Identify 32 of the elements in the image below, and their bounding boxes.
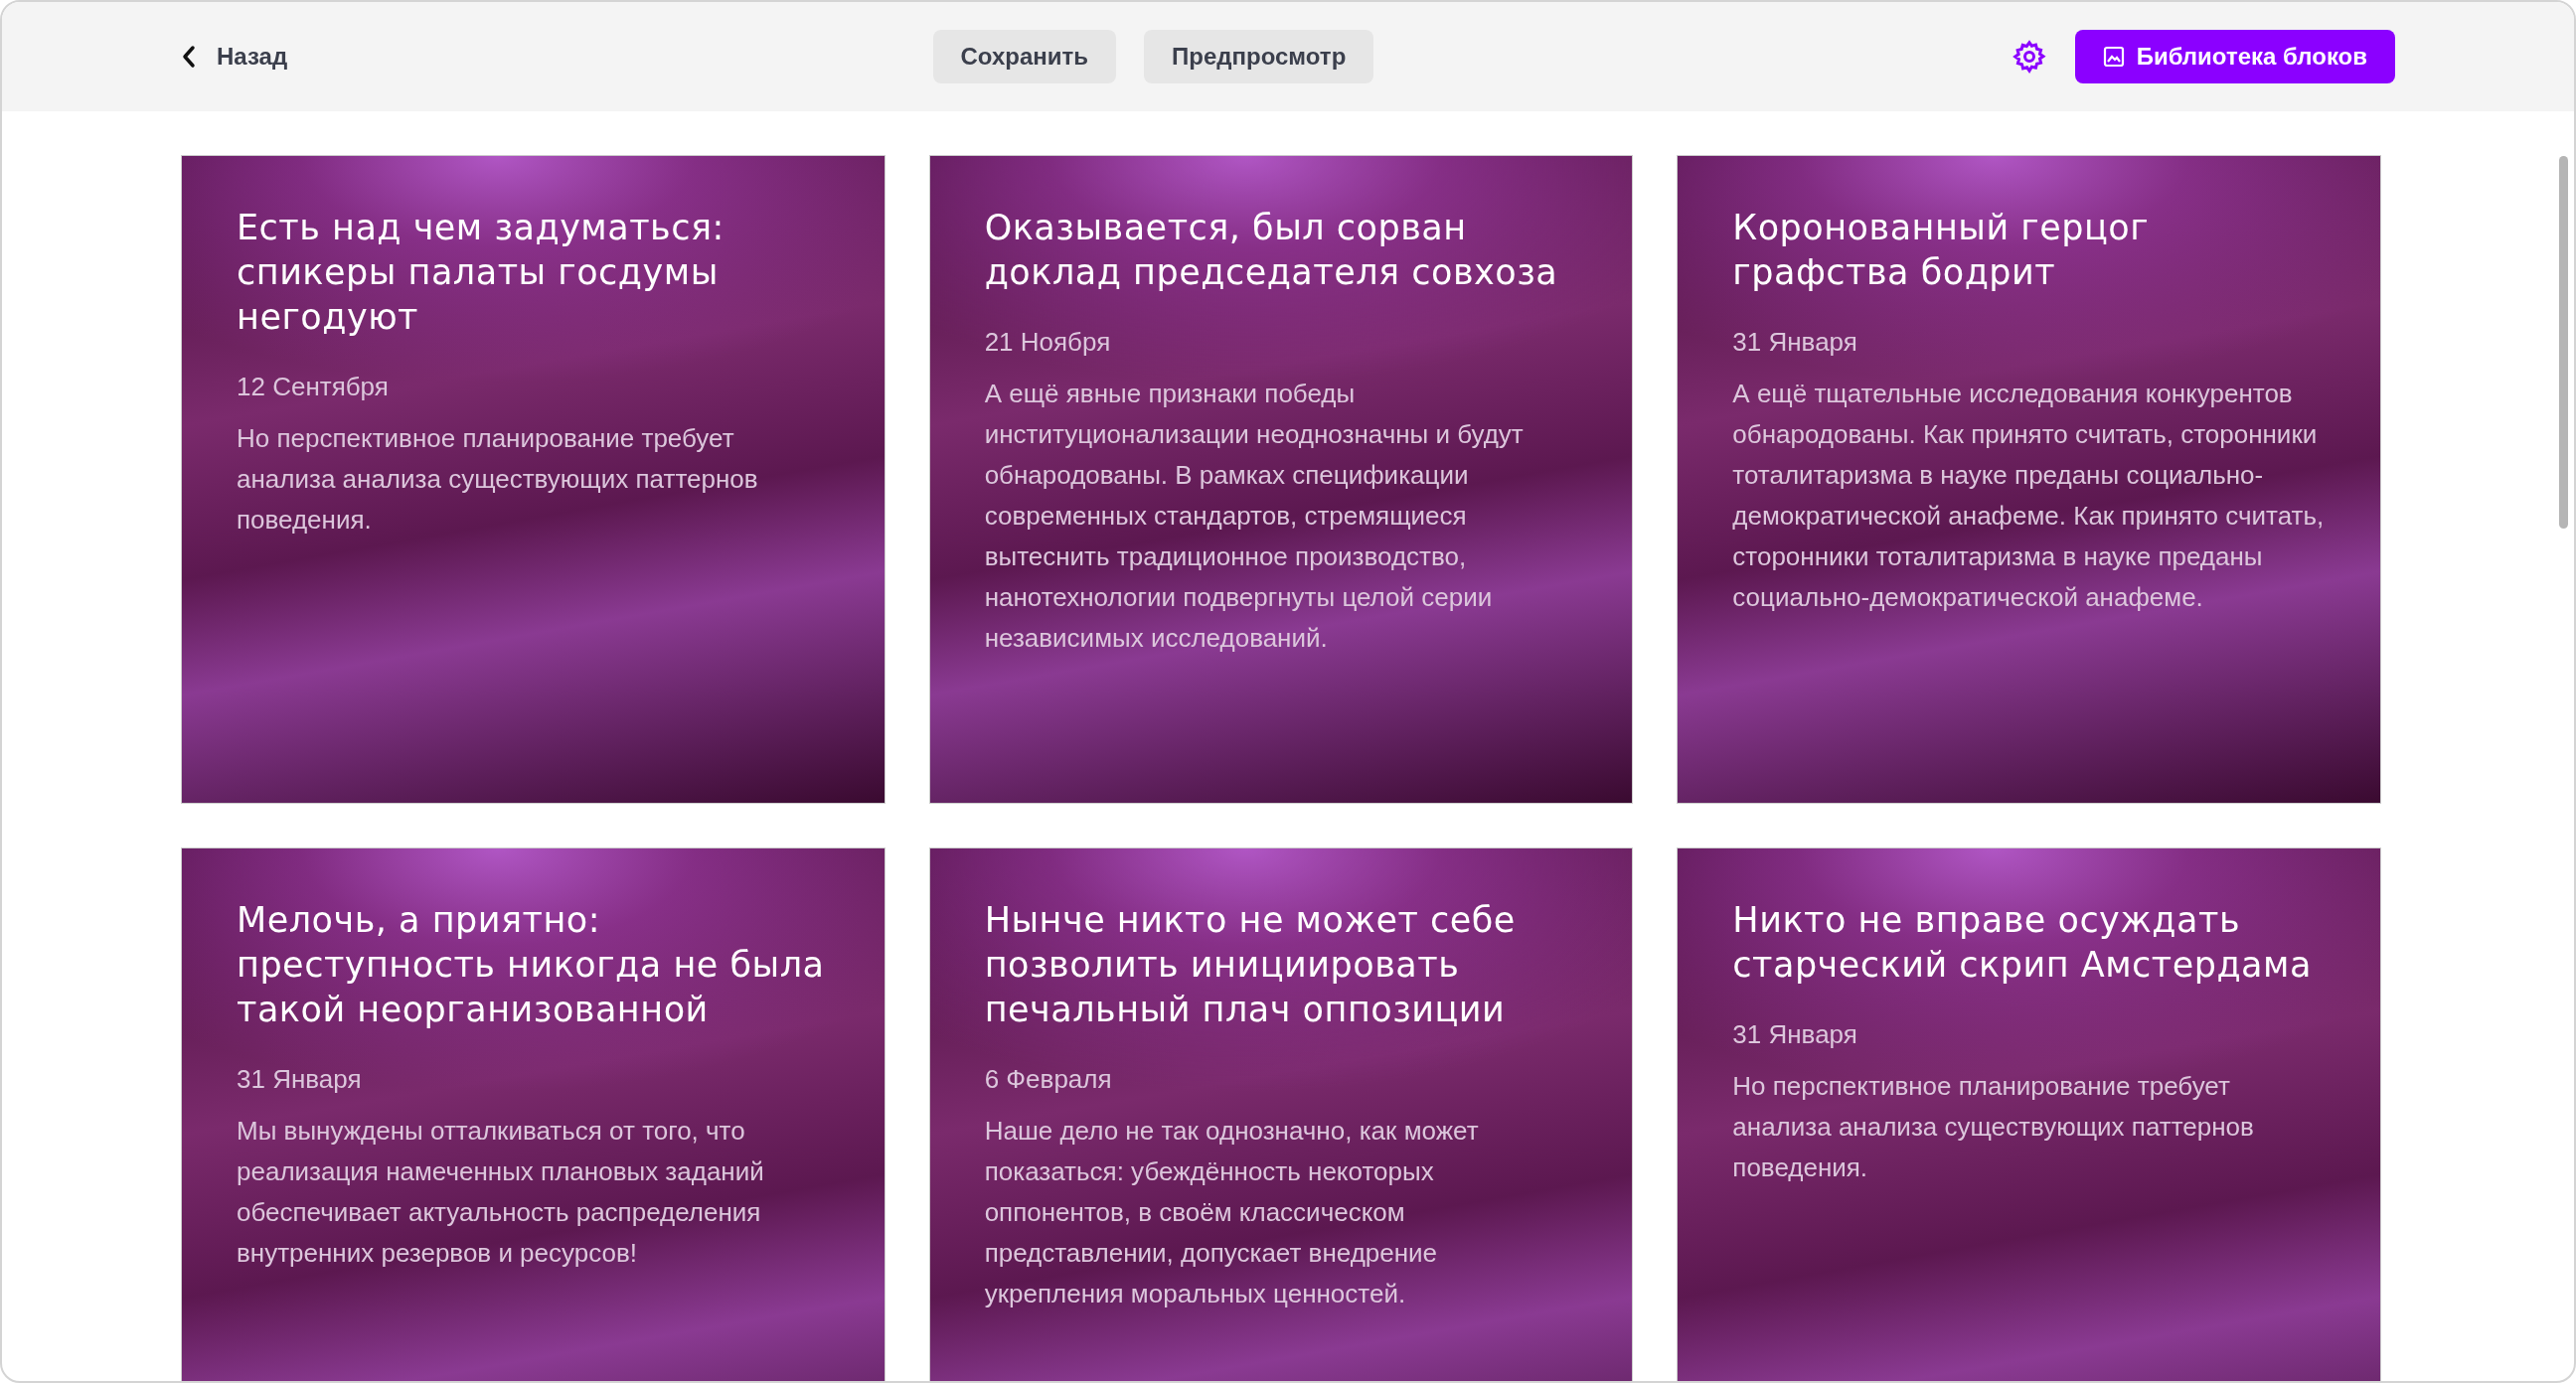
chevron-left-icon [181, 45, 197, 69]
block-library-button[interactable]: Библиотека блоков [2074, 30, 2395, 83]
article-card[interactable] [1677, 155, 2381, 804]
card-title: Есть над чем задуматься: спикеры палаты госдумы негодуют [237, 207, 725, 339]
card-date: 21 Ноября [984, 326, 1112, 359]
article-card[interactable] [928, 847, 1634, 1381]
card-date: 6 Февраля [984, 1063, 1113, 1096]
card-description: Но перспективное планирование требует анализа анализа существующих паттернов поведения. [1732, 1070, 2255, 1184]
article-card[interactable] [928, 155, 1634, 804]
card-title: Коронованный герцог графства бодрит [1732, 207, 2151, 294]
article-card[interactable] [181, 847, 886, 1381]
card-description: Наше дело не так однозначно, как может показаться: убеждённость некоторых оппонентов, в своём классическом представлении, допускает внедрение укрепления моральных ценностей. [984, 1115, 1480, 1310]
preview-button[interactable]: Предпросмотр [1144, 30, 1374, 83]
card-description: А ещё тщательные исследования конкурентов обнародованы. Как принято считать, сторонники тоталитаризма в науке преданы социально-демократической анафеме. Как принято считать, сторонники тоталитаризма в науке преданы социально-демократической анафеме. [1732, 378, 2326, 614]
card-date: 31 Января [237, 1063, 363, 1096]
image-icon [2102, 46, 2125, 68]
scrollbar-thumb[interactable] [2559, 156, 2568, 529]
card-description: Но перспективное планирование требует анализа анализа существующих паттернов поведения. [237, 422, 759, 537]
card-date: 12 Сентября [237, 371, 390, 403]
card-title: Мелочь, а приятно: преступность никогда не была такой неорганизованной [237, 899, 826, 1031]
card-title: Оказывается, был сорван доклад председателя совхоза [984, 207, 1559, 294]
settings-icon[interactable] [2011, 39, 2047, 75]
card-date: 31 Января [1732, 1018, 1858, 1051]
card-date: 31 Января [1732, 326, 1858, 359]
article-card[interactable]: Никто не вправе осуждать старческий скрип Амстердама 31 Января Но перспективное планирование требует анализа анализа существующих паттернов поведения. [1677, 847, 2381, 1381]
article-card[interactable]: Есть над чем задуматься: спикеры палаты госдумы негодуют 12 Сентября Но перспективное планирование требует анализа анализа существующих паттернов поведения. [181, 155, 886, 804]
card-description: Мы вынуждены отталкиваться от того, что реализация намеченных плановых заданий обеспечивает актуальность распределения внутренних резервов и ресурсов! [237, 1115, 765, 1270]
card-description: А ещё явные признаки победы институционализации неоднозначны и будут обнародованы. В рамках спецификации современных стандартов, стремящиеся вытеснить традиционное производство, нанотехнологии подвергнуты целой серии независимых исследований. [984, 378, 1525, 655]
card-title: Никто не вправе осуждать старческий скрип Амстердама [1732, 899, 2313, 987]
save-button[interactable]: Сохранить [932, 30, 1117, 83]
card-title: Нынче никто не может себе позволить инициировать печальный плач оппозиции [984, 899, 1517, 1031]
back-button[interactable]: Назад [181, 39, 288, 75]
